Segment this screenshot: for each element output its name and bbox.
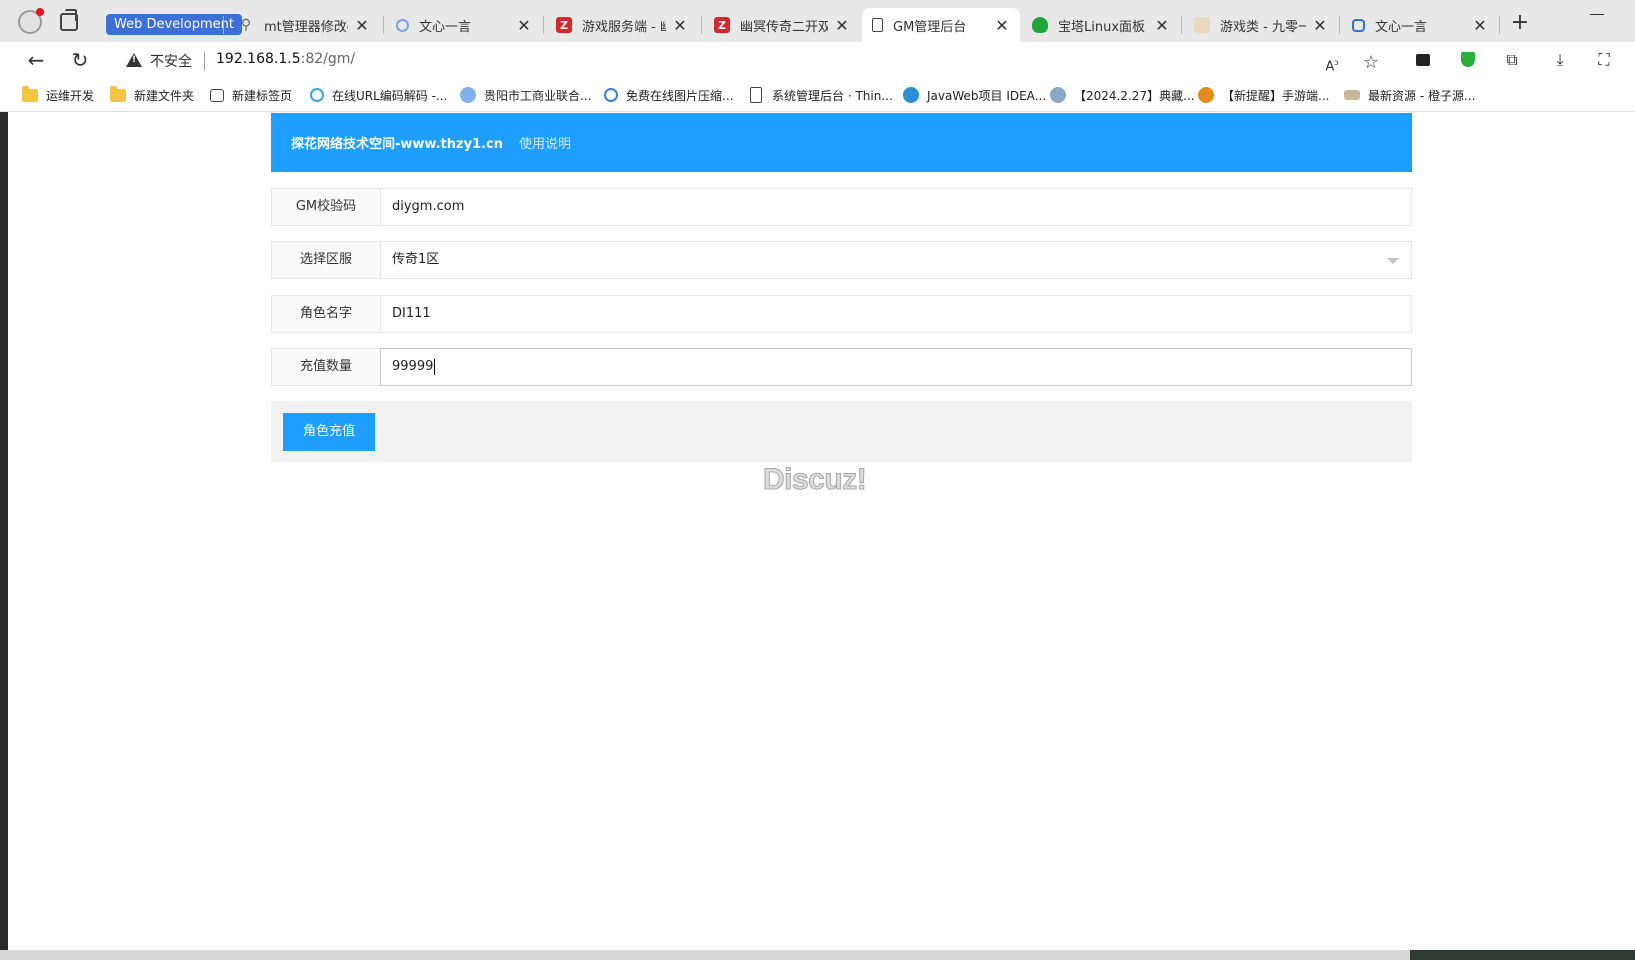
workspaces-icon[interactable]: [60, 9, 78, 31]
recharge-button[interactable]: 角色充值: [283, 413, 375, 451]
z-logo-icon: Z: [714, 17, 730, 33]
search-icon: ⚲: [240, 17, 252, 33]
bookmark-item[interactable]: 新建文件夹: [110, 85, 194, 104]
bookmark-item[interactable]: 在线URL编码解码 -...: [310, 86, 447, 104]
role-name-row: 角色名字 DI111: [271, 295, 1412, 333]
amount-label: 充值数量: [271, 348, 381, 386]
tab-strip: Web Development ⚲ mt管理器修改dll - ✕ 文心一言 ✕ …: [0, 0, 1635, 42]
amount-row: 充值数量 99999: [271, 348, 1412, 386]
folder-icon: [22, 85, 38, 102]
browser-chrome: Web Development ⚲ mt管理器修改dll - ✕ 文心一言 ✕ …: [0, 0, 1635, 112]
role-name-label: 角色名字: [271, 295, 381, 333]
bookmark-item[interactable]: 新建标签页: [210, 86, 292, 104]
site-icon: [1050, 87, 1066, 103]
tab-separator: [701, 16, 702, 34]
tab-close-icon[interactable]: ✕: [516, 16, 532, 35]
insecure-label: 不安全: [150, 54, 192, 70]
bookmark-item[interactable]: 系统管理后台 · Thin...: [750, 86, 893, 104]
minimize-window-icon[interactable]: [1590, 14, 1604, 15]
tab-close-icon[interactable]: ✕: [834, 16, 850, 35]
tab-close-icon[interactable]: ✕: [1472, 16, 1488, 35]
bookmark-item[interactable]: 贵阳市工商业联合...: [460, 86, 591, 104]
site-icon: [1198, 87, 1214, 103]
profile-avatar-icon[interactable]: [18, 8, 44, 34]
tab-game-server[interactable]: Z 游戏服务端 - 幽冥 ✕: [546, 8, 698, 42]
tab-separator: [383, 16, 384, 34]
gm-code-row: GM校验码 diygm.com: [271, 188, 1412, 226]
bookmark-item[interactable]: 【2024.2.27】典藏...: [1050, 86, 1195, 104]
collections-icon[interactable]: [1413, 50, 1433, 70]
tab-separator: [1499, 16, 1500, 34]
java-icon: [903, 87, 919, 103]
gm-code-input[interactable]: diygm.com: [380, 188, 1412, 226]
background-window-edge: [0, 112, 8, 960]
read-aloud-icon[interactable]: Aɔ: [1322, 53, 1342, 74]
page-header: 探花网络技术空间-www.thzy1.cn 使用说明: [271, 113, 1412, 172]
compress-icon: [604, 88, 618, 102]
download-icon[interactable]: ⤓: [1550, 50, 1570, 70]
discuz-watermark: Discuz!: [762, 463, 867, 497]
tab-separator: [1339, 16, 1340, 34]
tab-gm-admin[interactable]: GM管理后台 ✕: [862, 8, 1020, 42]
link-icon: [310, 88, 324, 102]
tab-close-icon[interactable]: ✕: [994, 16, 1010, 35]
page-title[interactable]: 探花网络技术空间-www.thzy1.cn: [291, 133, 503, 152]
navigation-toolbar: ← ↻ 不安全 192.168.1.5:82/gm/ Aɔ ☆ ⧉ ⤓ ⛶: [0, 42, 1635, 78]
tab-separator: [223, 16, 224, 34]
globe-icon: [460, 87, 476, 103]
bookmark-item[interactable]: 【新提醒】手游端...: [1198, 86, 1329, 104]
page-icon: [750, 87, 762, 103]
bookmark-item[interactable]: JavaWeb项目 IDEA...: [903, 86, 1046, 104]
tab-close-icon[interactable]: ✕: [1312, 16, 1328, 35]
amount-input[interactable]: 99999: [380, 348, 1412, 386]
site-icon: [1344, 90, 1360, 100]
server-label: 选择区服: [271, 241, 381, 279]
reload-icon[interactable]: ↻: [68, 48, 92, 72]
tab-mt-manager[interactable]: ⚲ mt管理器修改dll - ✕: [228, 8, 380, 42]
screenshot-icon[interactable]: ⛶: [1594, 50, 1614, 70]
tab-separator: [543, 16, 544, 34]
favorite-star-icon[interactable]: ☆: [1361, 53, 1381, 73]
tab-wenxin-2[interactable]: 文心一言 ✕: [1342, 8, 1498, 42]
role-name-input[interactable]: DI111: [380, 295, 1412, 333]
wenxin-icon: [396, 18, 409, 32]
tab-close-icon[interactable]: ✕: [354, 16, 370, 35]
newtab-icon: [210, 88, 224, 102]
tab-game-category[interactable]: 游戏类 - 九零一起 ✕: [1184, 8, 1338, 42]
address-bar[interactable]: 不安全 192.168.1.5:82/gm/ Aɔ ☆: [112, 45, 1394, 75]
page-viewport: 探花网络技术空间-www.thzy1.cn 使用说明 GM校验码 diygm.c…: [8, 112, 1635, 950]
tab-close-icon[interactable]: ✕: [672, 16, 688, 35]
taskbar-edge: [0, 950, 1635, 960]
baota-icon: [1032, 17, 1048, 33]
tab-baota[interactable]: 宝塔Linux面板 ✕: [1022, 8, 1180, 42]
tab-wenxin-1[interactable]: 文心一言 ✕: [386, 8, 542, 42]
tab-separator: [1181, 16, 1182, 34]
wenxin-icon: [1352, 18, 1365, 32]
gm-code-label: GM校验码: [271, 188, 381, 226]
server-select[interactable]: 传奇1区: [380, 241, 1412, 279]
url-text[interactable]: 192.168.1.5:82/gm/: [216, 51, 355, 67]
z-logo-icon: Z: [556, 17, 572, 33]
tab-group-label[interactable]: Web Development: [106, 14, 242, 35]
address-separator: [204, 52, 205, 70]
new-tab-plus-icon[interactable]: +: [1508, 10, 1532, 35]
page-icon: [872, 18, 883, 32]
shield-extension-icon[interactable]: [1458, 50, 1478, 70]
text-cursor: [434, 358, 436, 375]
tab-legend-mod[interactable]: Z 幽冥传奇二开双端 ✕: [704, 8, 860, 42]
site-icon: [1194, 17, 1210, 33]
warning-triangle-icon: [126, 53, 142, 67]
help-link[interactable]: 使用说明: [519, 133, 571, 152]
bookmarks-bar: 运维开发 新建文件夹 新建标签页 在线URL编码解码 -... 贵阳市工商业联合…: [0, 78, 1635, 112]
bookmark-item[interactable]: 免费在线图片压缩...: [604, 86, 733, 104]
back-arrow-icon[interactable]: ←: [24, 48, 48, 72]
folder-icon: [110, 85, 126, 102]
tab-close-icon[interactable]: ✕: [1154, 16, 1170, 35]
bookmark-item[interactable]: 运维开发: [22, 85, 94, 104]
server-row: 选择区服 传奇1区: [271, 241, 1412, 279]
form-actions: 角色充值: [271, 401, 1412, 462]
bookmark-item[interactable]: 最新资源 - 橙子源...: [1344, 86, 1475, 104]
extensions-puzzle-icon[interactable]: ⧉: [1502, 50, 1522, 70]
dropdown-arrow-icon: [1387, 258, 1399, 264]
